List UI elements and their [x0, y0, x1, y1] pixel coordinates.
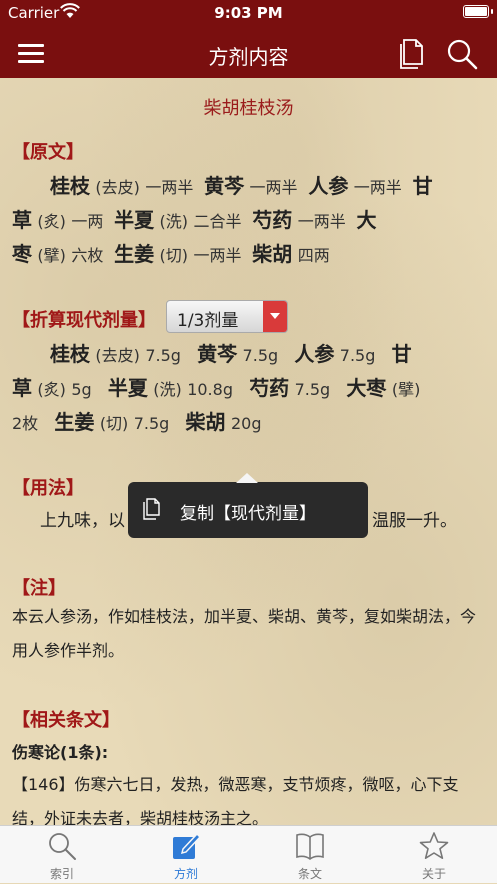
usage-text-right: 温服一升。 [372, 511, 457, 531]
edit-icon [173, 832, 201, 859]
modern-line-3: 2枚 生姜 (切) 7.5g 柴胡 20g [12, 410, 262, 434]
star-icon [419, 832, 449, 859]
tab-index[interactable]: 索引 [0, 826, 124, 884]
modern-dosage-header: 【折算现代剂量】 [12, 310, 156, 331]
usage-header: 【用法】 [12, 478, 84, 499]
clock: 9:03 PM [214, 4, 283, 22]
dosage-select[interactable]: 1/3剂量 [166, 300, 288, 333]
related-text: 【146】伤寒六七日，发热，微恶寒，支节烦疼，微呕，心下支结，外证未去者，柴胡桂… [12, 775, 459, 825]
tab-bar: 索引 方剂 条文 关于 [0, 825, 497, 883]
original-line-3: 枣 (擘) 六枚 生姜 (切) 一两半 柴胡 四两 [12, 242, 330, 266]
popup-pointer [236, 473, 258, 483]
related-header: 【相关条文】 [12, 710, 120, 731]
navigation-bar: 方剂内容 [0, 26, 497, 78]
notes-text: 本云人参汤，作如桂枝法，加半夏、柴胡、黄芩，复如柴胡法，今用人参作半剂。 [12, 607, 477, 660]
document-icon[interactable] [398, 38, 424, 70]
copy-popup[interactable]: 复制【现代剂量】 [128, 473, 368, 538]
battery-icon [463, 5, 493, 18]
status-bar: Carrier 9:03 PM [0, 0, 497, 26]
modern-line-1: 桂枝 (去皮) 7.5g 黄芩 7.5g 人参 7.5g 甘 [50, 342, 412, 366]
search-icon[interactable] [446, 38, 478, 70]
formula-title: 柴胡桂枝汤 [203, 98, 294, 119]
copy-icon [143, 498, 160, 520]
tab-formula[interactable]: 方剂 [124, 826, 248, 884]
magnifier-icon [49, 833, 76, 860]
tab-clauses[interactable]: 条文 [248, 826, 372, 884]
book-icon [296, 833, 324, 860]
related-source: 伤寒论(1条): [12, 743, 109, 762]
formula-content[interactable]: 柴胡桂枝汤 【原文】 桂枝 (去皮) 一两半 黄芩 一两半 人参 一两半 甘 草… [0, 78, 497, 825]
usage-text-left: 上九味，以 [40, 511, 125, 531]
copy-modern-dosage-button[interactable]: 复制【现代剂量】 [180, 499, 316, 524]
modern-line-2: 草 (炙) 5g 半夏 (洗) 10.8g 芍药 7.5g 大枣 (擘) [12, 376, 421, 400]
tab-about[interactable]: 关于 [372, 826, 496, 884]
original-line-2: 草 (炙) 一两 半夏 (洗) 二合半 芍药 一两半 大 [12, 208, 377, 232]
dropdown-arrow-icon[interactable] [263, 301, 287, 332]
original-line-1: 桂枝 (去皮) 一两半 黄芩 一两半 人参 一两半 甘 [50, 174, 433, 198]
original-header: 【原文】 [12, 142, 84, 163]
notes-header: 【注】 [12, 578, 66, 599]
